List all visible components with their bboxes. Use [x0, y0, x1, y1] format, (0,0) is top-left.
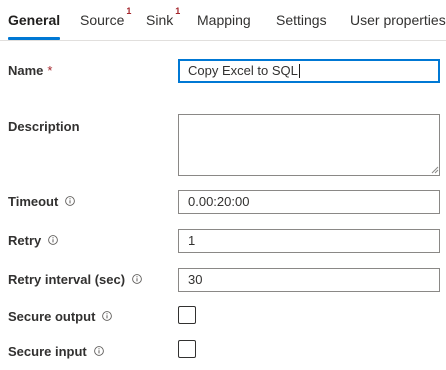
retry-interval-label-text: Retry interval (sec) [8, 272, 126, 287]
timeout-input-value: 0.00:20:00 [188, 194, 250, 209]
retry-interval-input[interactable]: 30 [178, 268, 440, 292]
retry-input-value: 1 [188, 233, 196, 248]
tab-label: Sink [146, 12, 174, 28]
active-tab-indicator [8, 37, 60, 40]
tab-label: Mapping [197, 12, 251, 28]
info-icon[interactable] [65, 195, 76, 206]
info-icon[interactable] [102, 310, 113, 321]
secure-input-checkbox[interactable] [178, 340, 196, 358]
description-label-text: Description [8, 119, 80, 134]
tab-sink[interactable]: Sink 1 [146, 6, 180, 28]
timeout-input[interactable]: 0.00:20:00 [178, 190, 440, 214]
tab-settings[interactable]: Settings [276, 12, 327, 28]
tab-label: User properties [350, 12, 446, 28]
required-marker: * [47, 63, 53, 78]
tab-label: Source [80, 12, 125, 28]
retry-label: Retry [8, 233, 59, 248]
name-label-text: Name [8, 63, 44, 78]
info-icon[interactable] [48, 234, 59, 245]
timeout-label-text: Timeout [8, 194, 59, 209]
retry-input[interactable]: 1 [178, 229, 440, 253]
tab-bar: General Source 1 Sink 1 Mapping Settings… [0, 0, 446, 41]
tab-label: General [8, 12, 61, 28]
info-icon[interactable] [132, 273, 142, 284]
tab-source[interactable]: Source 1 [80, 6, 131, 28]
tab-general[interactable]: General [8, 12, 60, 28]
error-count-badge: 1 [175, 6, 181, 16]
secure-output-checkbox[interactable] [178, 306, 196, 324]
description-label: Description [8, 119, 80, 134]
tab-user-properties[interactable]: User properties [350, 12, 446, 28]
name-input-value: Copy Excel to SQL [188, 63, 298, 78]
description-textarea[interactable] [178, 114, 440, 176]
timeout-label: Timeout [8, 194, 76, 209]
name-input[interactable]: Copy Excel to SQL [178, 59, 440, 83]
retry-interval-input-value: 30 [188, 272, 203, 287]
retry-interval-label: Retry interval (sec) [8, 272, 142, 287]
name-label: Name * [8, 63, 52, 78]
secure-input-label: Secure input [8, 344, 104, 359]
secure-output-label-text: Secure output [8, 309, 96, 324]
text-caret [298, 63, 300, 78]
tab-mapping[interactable]: Mapping [197, 12, 251, 28]
info-icon[interactable] [93, 345, 104, 356]
secure-output-label: Secure output [8, 309, 113, 324]
tab-label: Settings [276, 12, 327, 28]
retry-label-text: Retry [8, 233, 42, 248]
error-count-badge: 1 [126, 6, 132, 16]
secure-input-label-text: Secure input [8, 344, 87, 359]
